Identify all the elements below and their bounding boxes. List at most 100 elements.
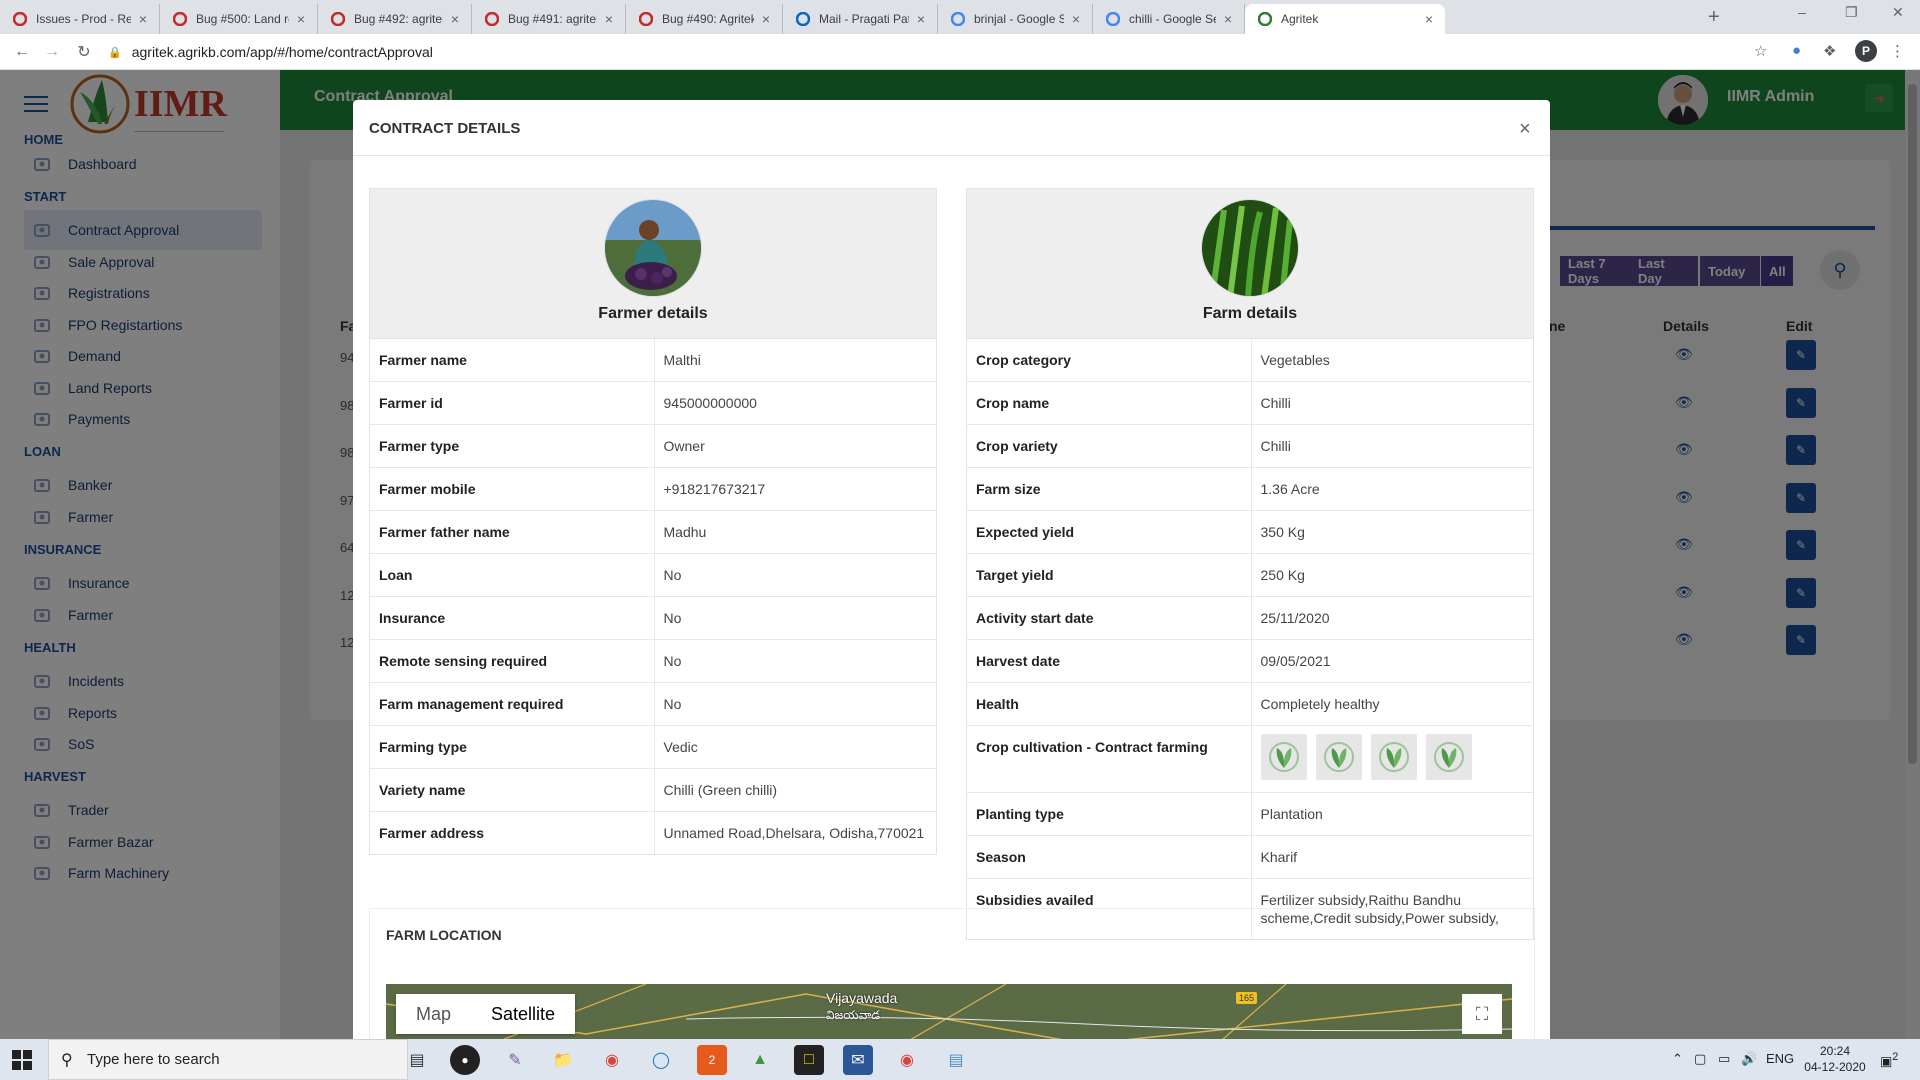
eclipse-icon[interactable]: ● <box>450 1045 480 1075</box>
paint-icon[interactable]: ✎ <box>500 1045 530 1075</box>
farm-details-panel: Farm details Crop category Vegetables Crop… <box>966 188 1534 940</box>
browser-tab[interactable]: Bug #490: Agritek app × <box>626 4 783 34</box>
language-indicator[interactable]: ENG <box>1766 1051 1794 1066</box>
reload-icon[interactable]: ↻ <box>72 40 96 64</box>
detail-row: Harvest date 09/05/2021 <box>967 639 1533 683</box>
tab-close-icon[interactable]: × <box>447 11 463 27</box>
farm-details-table: Crop category Vegetables Crop name Chilli Cr… <box>967 339 1533 939</box>
detail-value: 1.36 Acre <box>1251 467 1533 511</box>
detail-row: Expected yield 350 Kg <box>967 510 1533 554</box>
browser-tab-bar: Issues - Prod - Redmine×Bug #500: Land r… <box>0 0 1920 34</box>
battery-icon[interactable]: ▭ <box>1718 1051 1730 1067</box>
detail-value: Completely healthy <box>1251 682 1533 726</box>
url-text: agritek.agrikb.com/app/#/home/contractAp… <box>131 44 433 60</box>
minimize-button[interactable]: – <box>1798 4 1806 20</box>
bookmark-star-icon[interactable]: ☆ <box>1754 42 1767 60</box>
forward-icon[interactable]: → <box>40 40 64 64</box>
sticky-notes-icon[interactable]: □ <box>794 1045 824 1075</box>
edge-icon[interactable]: ◯ <box>646 1045 676 1075</box>
browser-tab[interactable]: Bug #492: agritek webl × <box>318 4 472 34</box>
detail-row: Crop variety Chilli <box>967 424 1533 468</box>
puzzle-extensions-icon[interactable]: ❖ <box>1823 42 1836 60</box>
chrome-icon[interactable]: ◉ <box>597 1045 627 1075</box>
detail-row: Season Kharif <box>967 835 1533 879</box>
detail-value: Unnamed Road,Dhelsara, Odisha,770021 <box>654 811 936 854</box>
modal-header: CONTRACT DETAILS × <box>353 100 1550 156</box>
crop-photo <box>1201 199 1299 297</box>
close-icon[interactable]: × <box>1519 118 1531 141</box>
windows-taskbar: ⚲ Type here to search ▤ ● ✎ 📁 ◉ ◯ 2 ▲ □ … <box>0 1039 1920 1080</box>
extension-icon[interactable]: ● <box>1792 42 1801 59</box>
profile-avatar[interactable]: P <box>1855 40 1877 62</box>
detail-row: Crop category Vegetables <box>967 339 1533 382</box>
browser-tab[interactable]: Bug #491: agritek webl × <box>472 4 626 34</box>
tray-chevron-icon[interactable]: ⌃ <box>1672 1051 1683 1067</box>
chrome-menu-icon[interactable]: ⋮ <box>1890 42 1905 60</box>
tab-close-icon[interactable]: × <box>1068 11 1084 27</box>
browser-tab[interactable]: chilli - Google Search × <box>1093 4 1245 34</box>
tab-close-icon[interactable]: × <box>135 11 151 27</box>
map-tab-map[interactable]: Map <box>396 994 471 1034</box>
detail-value: 09/05/2021 <box>1251 639 1533 683</box>
browser-tab[interactable]: Bug #500: Land registra × <box>160 4 318 34</box>
detail-key: Farmer id <box>370 381 655 425</box>
browser-tab[interactable]: brinjal - Google Search × <box>938 4 1093 34</box>
detail-row: Crop name Chilli <box>967 381 1533 425</box>
detail-value: 250 Kg <box>1251 553 1533 597</box>
clock[interactable]: 20:24 04-12-2020 <box>1800 1043 1870 1075</box>
fullscreen-icon[interactable]: ⛶ <box>1462 994 1502 1034</box>
detail-row: Farmer type Owner <box>370 424 936 468</box>
map-tab-satellite[interactable]: Satellite <box>471 994 575 1034</box>
tab-close-icon[interactable]: × <box>758 11 774 27</box>
farmer-panel-header: Farmer details <box>370 189 936 339</box>
highway-shield: 165 <box>1236 992 1258 1004</box>
detail-key: Crop variety <box>967 424 1252 468</box>
teams-icon[interactable]: 2 <box>697 1045 727 1075</box>
android-studio-icon[interactable]: ▲ <box>745 1045 775 1075</box>
url-field[interactable]: 🔒 agritek.agrikb.com/app/#/home/contract… <box>108 40 1788 64</box>
tab-close-icon[interactable]: × <box>1421 11 1437 27</box>
tab-close-icon[interactable]: × <box>913 11 929 27</box>
notification-center-icon[interactable]: ▣2 <box>1880 1051 1898 1069</box>
chrome-profile-icon[interactable]: ◉ <box>892 1045 922 1075</box>
browser-tab[interactable]: Agritek × <box>1245 4 1445 34</box>
farmer-photo <box>604 199 702 297</box>
notepad-icon[interactable]: ▤ <box>941 1045 971 1075</box>
detail-key: Season <box>967 835 1252 879</box>
new-tab-button[interactable]: + <box>1708 6 1720 29</box>
browser-tab[interactable]: Issues - Prod - Redmine × <box>0 4 160 34</box>
detail-value: Chilli <box>1251 381 1533 425</box>
search-icon: ⚲ <box>61 1052 73 1069</box>
detail-value: No <box>654 596 936 640</box>
detail-row: Variety name Chilli (Green chilli) <box>370 768 936 812</box>
volume-icon[interactable]: 🔊 <box>1741 1051 1757 1067</box>
tray-monitor-icon[interactable]: ▢ <box>1694 1051 1706 1067</box>
taskbar-search-placeholder: Type here to search <box>87 1051 220 1068</box>
maximize-button[interactable]: ❐ <box>1845 4 1858 21</box>
tab-close-icon[interactable]: × <box>601 11 617 27</box>
detail-key: Crop cultivation - Contract farming <box>967 725 1252 793</box>
close-window-button[interactable]: ✕ <box>1892 4 1904 21</box>
file-explorer-icon[interactable]: 📁 <box>548 1045 578 1075</box>
tab-close-icon[interactable]: × <box>293 11 309 27</box>
detail-key: Farm management required <box>370 682 655 726</box>
map-city-label: Vijayawada <box>826 990 898 1006</box>
detail-row: Activity start date 25/11/2020 <box>967 596 1533 640</box>
detail-key: Farmer name <box>370 339 655 382</box>
windows-start-icon[interactable] <box>12 1050 32 1070</box>
farmer-details-panel: Farmer details Farmer name Malthi Farmer i… <box>369 188 937 855</box>
detail-row: Loan No <box>370 553 936 597</box>
browser-tab[interactable]: Mail - Pragati Patil - Ou × <box>783 4 938 34</box>
detail-value: Chilli (Green chilli) <box>654 768 936 812</box>
task-view-icon[interactable]: ▤ <box>402 1045 432 1075</box>
browser-tab-title: Mail - Pragati Patil - Ou <box>819 12 909 26</box>
mail-app-icon[interactable]: ✉ <box>843 1045 873 1075</box>
taskbar-search[interactable]: ⚲ Type here to search <box>48 1039 408 1080</box>
clock-date: 04-12-2020 <box>1804 1060 1866 1074</box>
tab-close-icon[interactable]: × <box>1220 11 1236 27</box>
detail-key: Planting type <box>967 792 1252 836</box>
back-icon[interactable]: ← <box>10 40 34 64</box>
crop-leaf-icon <box>1370 734 1417 780</box>
google-icon <box>950 11 966 27</box>
redmine-icon <box>484 11 500 27</box>
